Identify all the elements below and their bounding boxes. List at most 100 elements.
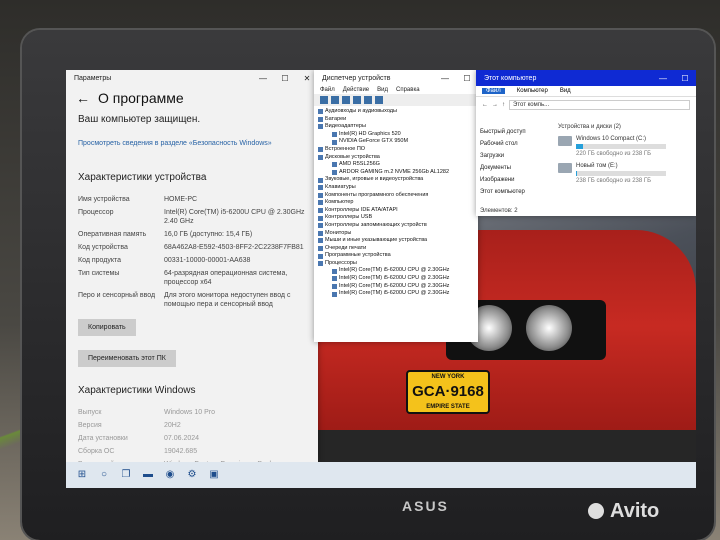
folder-icon[interactable]: ▬ <box>142 469 154 481</box>
forward-icon[interactable]: → <box>492 102 498 108</box>
drive-c[interactable]: Windows 10 Compact (C:) 220 ГБ свободно … <box>558 136 692 157</box>
maximize-icon[interactable]: ☐ <box>274 74 296 83</box>
drive-icon <box>558 136 572 146</box>
copy-button[interactable]: Копировать <box>78 319 136 336</box>
device-icon <box>318 200 323 206</box>
address-field[interactable]: Этот компь... <box>509 100 690 110</box>
device-tree-item[interactable]: Intel(R) Core(TM) i5-6200U CPU @ 2.30GHz <box>318 283 474 291</box>
drive-capacity: 238 ГБ свободно из 238 ГБ <box>576 178 652 184</box>
device-label: Процессоры <box>325 259 357 266</box>
device-icon <box>318 261 323 267</box>
device-manager-icon[interactable]: ▣ <box>208 469 220 481</box>
device-tree-item[interactable]: Видеоадаптеры <box>318 123 474 131</box>
back-arrow-icon[interactable] <box>320 96 328 104</box>
group-header[interactable]: Устройства и диски (2) <box>558 124 692 130</box>
task-view-icon[interactable]: ❐ <box>120 469 132 481</box>
device-tree-item[interactable]: Мониторы <box>318 230 474 238</box>
security-link[interactable]: Просмотреть сведения в разделе «Безопасн… <box>78 139 306 148</box>
plate-motto: EMPIRE STATE <box>426 404 470 410</box>
nav-pictures[interactable]: Изображени <box>480 174 546 186</box>
maximize-icon[interactable]: ☐ <box>674 74 696 83</box>
menu-help[interactable]: Справка <box>396 87 420 93</box>
device-icon <box>318 230 323 236</box>
settings-gear-icon[interactable]: ⚙ <box>186 469 198 481</box>
device-tree-item[interactable]: Intel(R) Core(TM) i5-6200U CPU @ 2.30GHz <box>318 290 474 298</box>
ribbon-tab-computer[interactable]: Компьютер <box>517 88 548 94</box>
device-icon <box>318 177 323 183</box>
minimize-icon[interactable]: — <box>652 74 674 83</box>
device-tree-item[interactable]: Компоненты программного обеспечения <box>318 192 474 200</box>
device-icon <box>318 116 323 122</box>
minimize-icon[interactable]: — <box>434 74 456 83</box>
ribbon-tab-view[interactable]: Вид <box>560 88 571 94</box>
chrome-icon[interactable]: ◉ <box>164 469 176 481</box>
device-tree-item[interactable]: Intel(R) Core(TM) i5-6200U CPU @ 2.30GHz <box>318 267 474 275</box>
device-icon <box>318 238 323 244</box>
monitor-icon[interactable] <box>375 96 383 104</box>
device-tree-item[interactable]: Контроллеры USB <box>318 214 474 222</box>
device-tree-item[interactable]: Intel(R) Core(TM) i5-6200U CPU @ 2.30GHz <box>318 275 474 283</box>
back-icon[interactable]: ← <box>482 102 488 108</box>
menu-file[interactable]: Файл <box>320 87 335 93</box>
nav-this-pc[interactable]: Этот компьютер <box>480 186 546 198</box>
device-icon <box>318 208 323 214</box>
device-tree-item[interactable]: Intel(R) HD Graphics 520 <box>318 131 474 139</box>
device-tree-item[interactable]: Мыши и иные указывающие устройства <box>318 237 474 245</box>
scan-icon[interactable] <box>364 96 372 104</box>
device-tree-item[interactable]: Батареи <box>318 116 474 124</box>
device-label: Мыши и иные указывающие устройства <box>325 237 428 244</box>
device-tree-item[interactable]: NVIDIA GeForce GTX 950M <box>318 138 474 146</box>
device-label: Клавиатуры <box>325 183 356 190</box>
device-tree-item[interactable]: Контроллеры IDE ATA/ATAPI <box>318 207 474 215</box>
minimize-icon[interactable]: — <box>252 74 274 83</box>
spec-key: Тип системы <box>78 270 120 277</box>
help-icon[interactable] <box>353 96 361 104</box>
maximize-icon[interactable]: ☐ <box>456 74 478 83</box>
photo-scene: NEW YORK GCA·9168 EMPIRE STATE Параметры… <box>0 0 720 540</box>
device-tree-item[interactable]: Клавиатуры <box>318 184 474 192</box>
nav-desktop[interactable]: Рабочий стол <box>480 138 546 150</box>
spec-key: Перо и сенсорный ввод <box>78 292 156 299</box>
nav-documents[interactable]: Документы <box>480 162 546 174</box>
properties-icon[interactable] <box>342 96 350 104</box>
menu-action[interactable]: Действие <box>343 87 369 93</box>
laptop-screen: NEW YORK GCA·9168 EMPIRE STATE Параметры… <box>66 70 696 488</box>
device-label: Intel(R) Core(TM) i5-6200U CPU @ 2.30GHz <box>339 290 450 297</box>
navigation-pane: Быстрый доступ Рабочий стол Загрузки Док… <box>480 126 546 198</box>
devmgr-menubar: Файл Действие Вид Справка <box>314 86 478 94</box>
plate-number: GCA·9168 <box>412 383 484 400</box>
spec-key: Имя устройства <box>78 196 130 203</box>
nav-downloads[interactable]: Загрузки <box>480 150 546 162</box>
ribbon-tab-file[interactable]: Файл <box>482 88 505 94</box>
spec-value: Для этого монитора недоступен ввод с пом… <box>164 292 291 308</box>
device-label: Контроллеры IDE ATA/ATAPI <box>325 206 398 213</box>
menu-view[interactable]: Вид <box>377 87 388 93</box>
spec-value: Intel(R) Core(TM) i5-6200U CPU @ 2.30GHz… <box>164 209 305 225</box>
drive-e[interactable]: Новый том (E:) 238 ГБ свободно из 238 ГБ <box>558 163 692 184</box>
spec-key: Выпуск <box>78 409 102 416</box>
device-tree-item[interactable]: Звуковые, игровые и видеоустройства <box>318 176 474 184</box>
search-icon[interactable]: ○ <box>98 469 110 481</box>
nav-quick-access[interactable]: Быстрый доступ <box>480 126 546 138</box>
device-tree-item[interactable]: AMD R5SL256G <box>318 161 474 169</box>
device-label: Видеоадаптеры <box>325 123 366 130</box>
rename-pc-button[interactable]: Переименовать этот ПК <box>78 350 176 367</box>
device-icon <box>332 291 337 297</box>
device-icon <box>318 185 323 191</box>
spec-key: Оперативная память <box>78 231 147 238</box>
device-tree-item[interactable]: Контроллеры запоминающих устройств <box>318 222 474 230</box>
device-tree-item[interactable]: Встроенное ПО <box>318 146 474 154</box>
device-tree-item[interactable]: Процессоры <box>318 260 474 268</box>
spec-value: 00331-10000-00001-AA638 <box>164 257 251 264</box>
device-tree-item[interactable]: Программные устройства <box>318 252 474 260</box>
devmgr-toolbar <box>314 94 478 106</box>
forward-arrow-icon[interactable] <box>331 96 339 104</box>
spec-value: 07.06.2024 <box>164 435 200 442</box>
up-icon[interactable]: ↑ <box>502 102 505 108</box>
device-tree-item[interactable]: Дисковые устройства <box>318 154 474 162</box>
device-tree-item[interactable]: Компьютер <box>318 199 474 207</box>
device-tree-item[interactable]: Аудиовходы и аудиовыходы <box>318 108 474 116</box>
device-icon <box>318 124 323 130</box>
start-icon[interactable]: ⊞ <box>76 469 88 481</box>
back-icon[interactable]: ← <box>76 90 90 106</box>
